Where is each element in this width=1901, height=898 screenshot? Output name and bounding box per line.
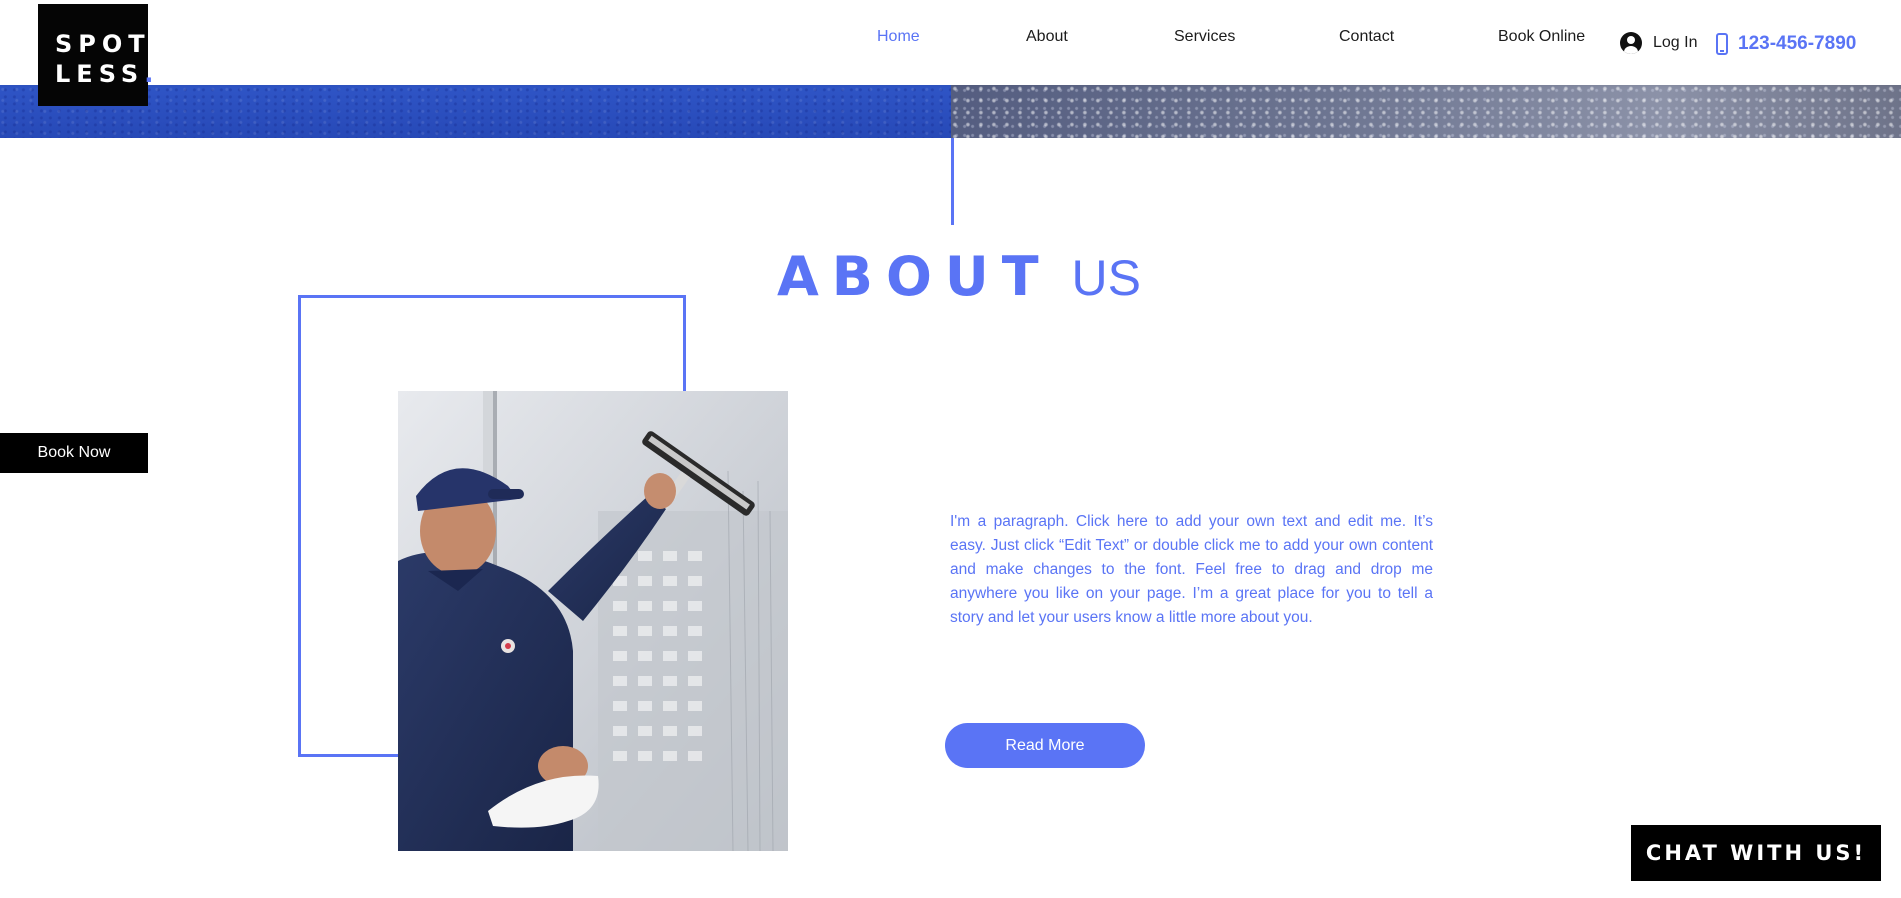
book-now-button[interactable]: Book Now [0,433,148,473]
site-logo[interactable]: SPOT LESS. [38,4,153,106]
logo-line-2: LESS. [55,59,153,89]
user-account-icon [1620,32,1642,54]
logo-line-2-text: LESS [55,60,145,88]
phone-contact[interactable]: 123-456-7890 [1716,30,1856,58]
about-heading-light: US [1071,250,1142,306]
window-cleaner-photo [398,391,788,851]
nav-home[interactable]: Home [877,28,920,52]
nav-about[interactable]: About [1026,28,1068,52]
logo-line-1: SPOT [55,30,151,58]
about-heading: ABOUT US [777,245,1141,315]
mobile-phone-icon [1716,33,1728,55]
read-more-button[interactable]: Read More [945,723,1145,768]
about-heading-bold: ABOUT [777,245,1052,308]
divider-line [951,138,954,225]
nav-contact[interactable]: Contact [1339,28,1394,52]
site-header: Home About Services Contact Book Online … [0,0,1901,85]
nav-services[interactable]: Services [1174,28,1235,52]
about-paragraph: I'm a paragraph. Click here to add your … [950,513,1433,626]
nav-book-online[interactable]: Book Online [1498,28,1585,52]
chat-with-us-button[interactable]: CHAT WITH US! [1631,825,1881,881]
login-label: Log In [1653,34,1698,51]
login-button[interactable]: Log In [1620,30,1697,56]
phone-number: 123-456-7890 [1738,33,1857,54]
logo-dot: . [144,60,160,88]
banner-water-droplets [951,85,1901,138]
